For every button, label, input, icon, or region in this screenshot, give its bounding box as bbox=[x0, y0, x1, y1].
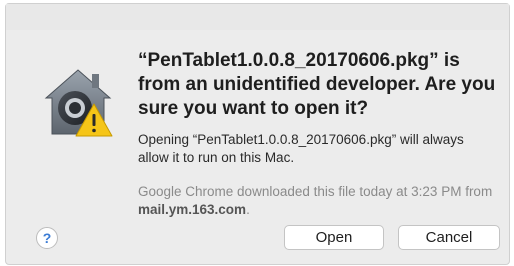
dialog-titlebar bbox=[6, 4, 509, 30]
help-button[interactable]: ? bbox=[36, 227, 58, 249]
security-alert-dialog: “PenTablet1.0.0.8_20170606.pkg” is from … bbox=[5, 3, 510, 265]
download-info-prefix: Google Chrome downloaded this file today… bbox=[138, 184, 493, 199]
open-button[interactable]: Open bbox=[284, 225, 384, 250]
dialog-content: “PenTablet1.0.0.8_20170606.pkg” is from … bbox=[138, 49, 498, 219]
download-info-text: Google Chrome downloaded this file today… bbox=[138, 183, 498, 219]
cancel-button[interactable]: Cancel bbox=[398, 225, 500, 250]
download-info-suffix: . bbox=[246, 202, 250, 217]
dialog-headline: “PenTablet1.0.0.8_20170606.pkg” is from … bbox=[138, 50, 496, 119]
dialog-body-text: Opening “PenTablet1.0.0.8_20170606.pkg” … bbox=[138, 132, 464, 165]
download-source-domain: mail.ym.163.com bbox=[138, 202, 247, 217]
gatekeeper-warning-icon bbox=[44, 69, 113, 137]
